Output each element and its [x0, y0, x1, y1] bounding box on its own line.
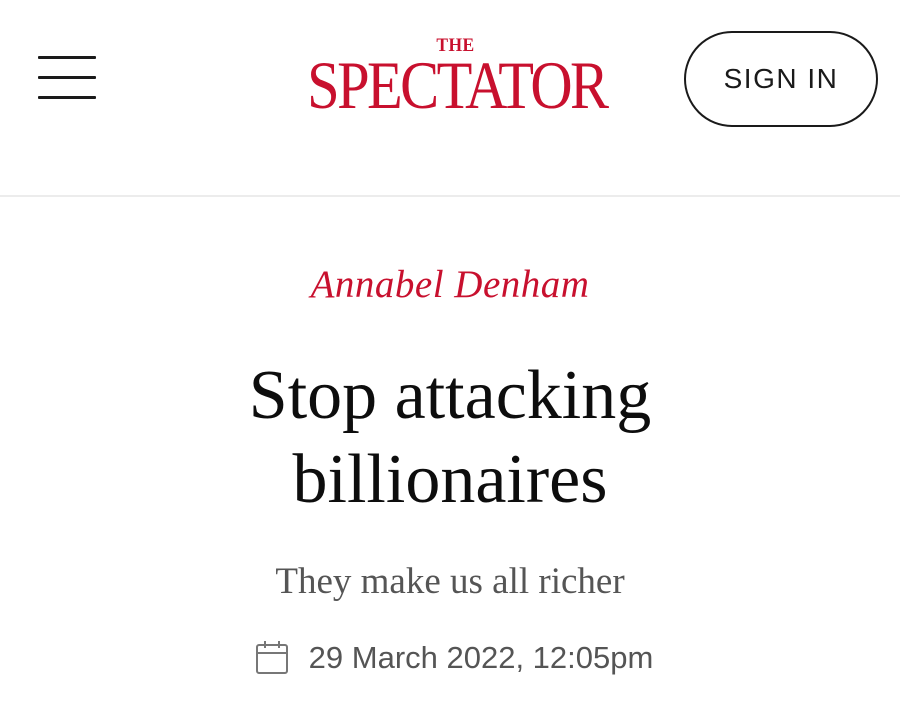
- menu-line: [38, 76, 96, 79]
- article-title: Stop attacking billionaires: [0, 354, 900, 522]
- site-header: THE SPECTATOR SIGN IN: [0, 0, 900, 197]
- article-date: 29 March 2022, 12:05pm: [0, 640, 900, 676]
- sign-in-button[interactable]: SIGN IN: [684, 31, 878, 127]
- menu-line: [38, 96, 96, 99]
- spectator-logo[interactable]: THE SPECTATOR: [283, 36, 628, 126]
- logo-word: SPECTATOR: [307, 47, 609, 123]
- author-byline[interactable]: Annabel Denham: [0, 262, 900, 307]
- title-line: billionaires: [292, 441, 608, 518]
- hamburger-menu-icon[interactable]: [36, 52, 100, 108]
- calendar-icon: [255, 641, 288, 674]
- title-line: Stop attacking: [248, 357, 652, 434]
- article-standfirst: They make us all richer: [275, 561, 625, 602]
- menu-line: [38, 56, 96, 59]
- date-text: 29 March 2022, 12:05pm: [308, 640, 654, 675]
